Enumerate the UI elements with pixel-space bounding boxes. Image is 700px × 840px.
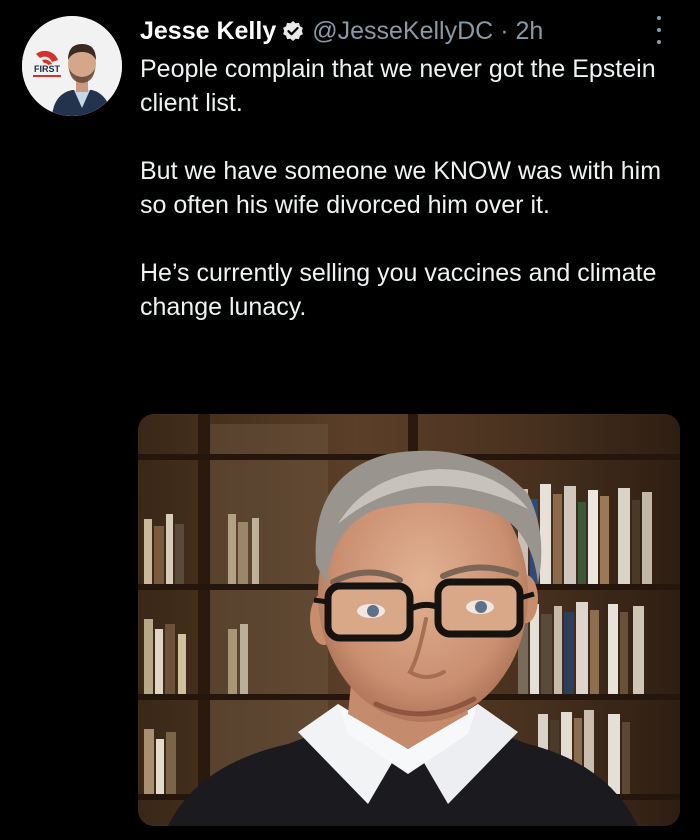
header-separator: ·	[500, 16, 509, 45]
verified-badge-icon	[282, 20, 304, 42]
avatar-logo: FIRST	[30, 50, 64, 82]
avatar-logo-text: FIRST	[34, 64, 61, 74]
tweet-timestamp[interactable]: 2h	[516, 17, 544, 46]
author-handle[interactable]: @JesseKellyDC	[312, 17, 493, 46]
tweet-text: People complain that we never got the Ep…	[140, 52, 680, 324]
more-options-icon[interactable]	[654, 16, 664, 44]
tweet-paragraph: People complain that we never got the Ep…	[140, 55, 656, 117]
tweet-header: Jesse Kelly @JesseKellyDC · 2h	[140, 12, 543, 50]
author-avatar[interactable]: FIRST	[22, 16, 122, 116]
tweet[interactable]: FIRST Jesse Kelly @JesseKellyDC · 2h Peo…	[0, 0, 700, 840]
tweet-media-photo[interactable]	[138, 414, 680, 826]
author-name[interactable]: Jesse Kelly	[140, 17, 276, 46]
tweet-paragraph: But we have someone we KNOW was with him…	[140, 157, 662, 219]
photo-portrait	[138, 414, 680, 826]
tweet-paragraph: He’s currently selling you vaccines and …	[140, 259, 657, 321]
